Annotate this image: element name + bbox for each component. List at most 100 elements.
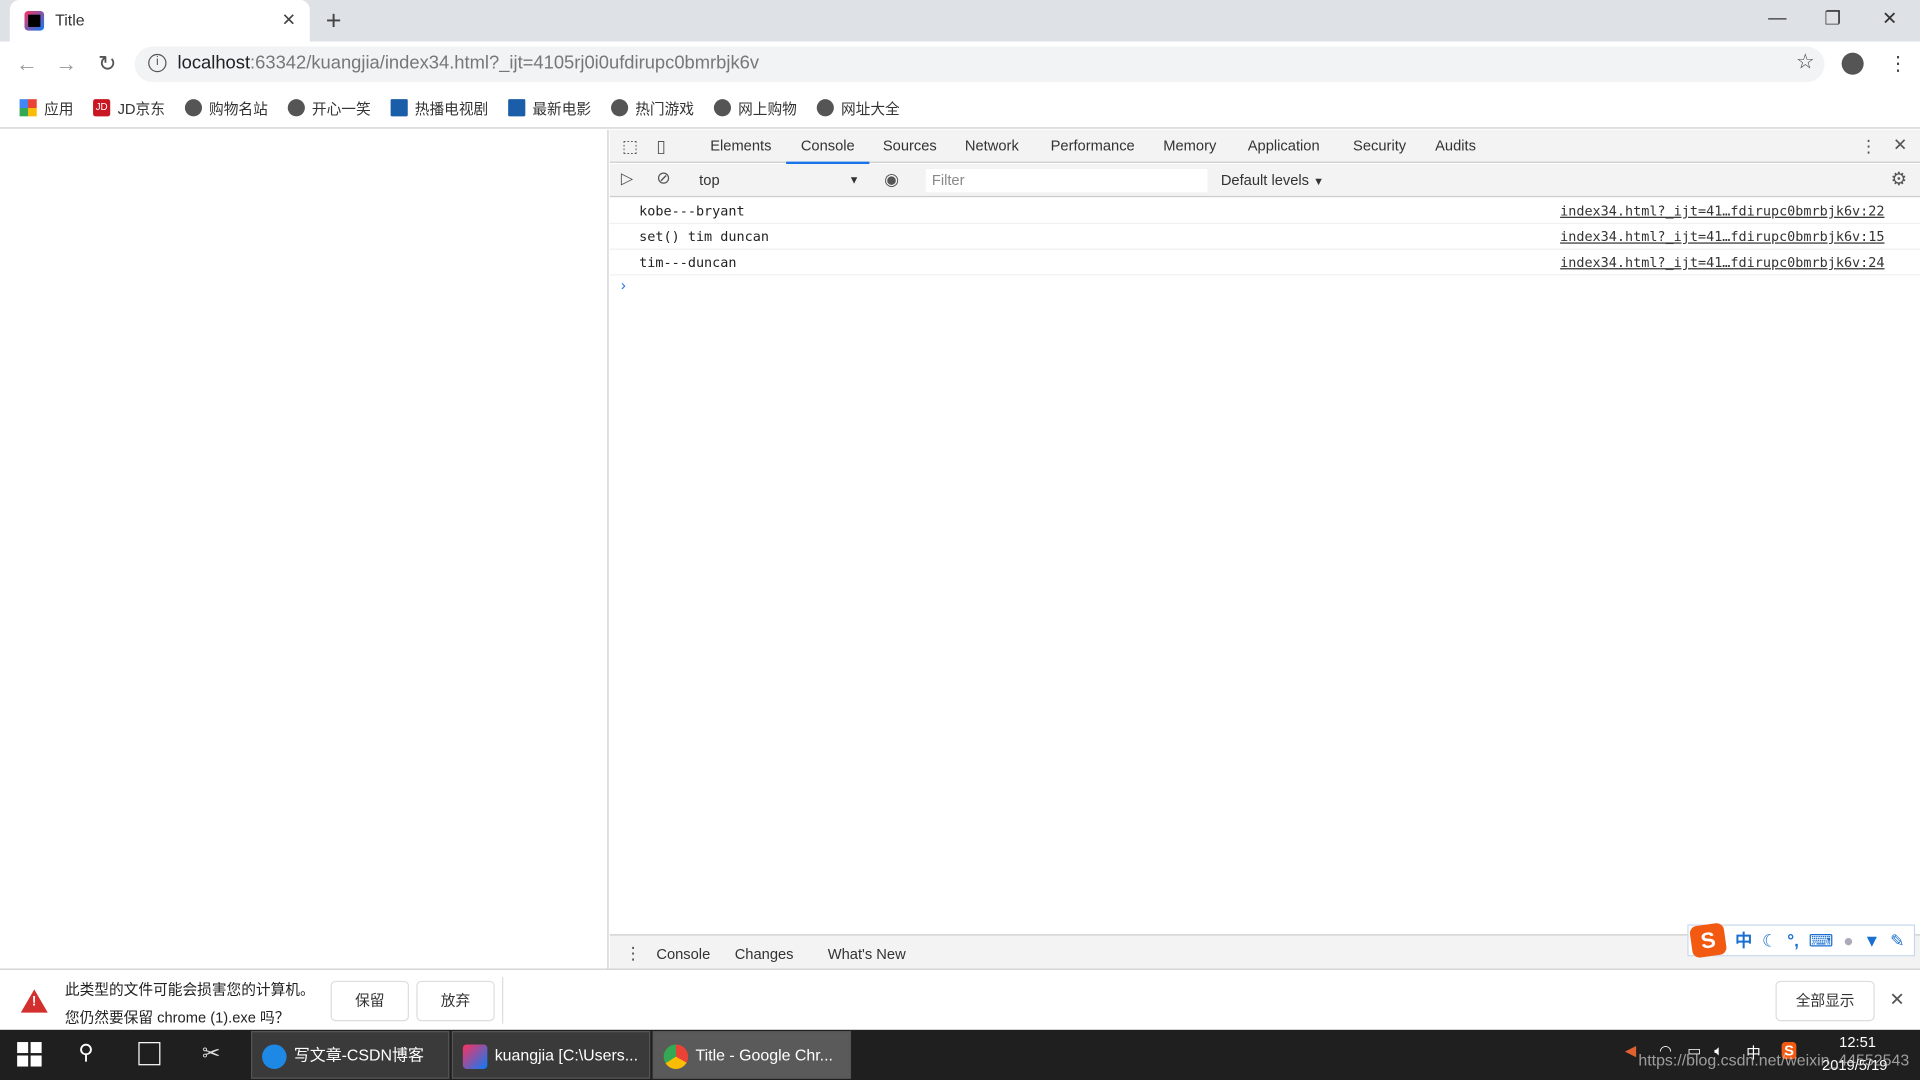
tab-performance[interactable]: Performance [1051, 137, 1135, 154]
context-select[interactable]: top ▼ [691, 169, 865, 191]
profile-icon[interactable] [1841, 52, 1864, 75]
source-link[interactable]: index34.html?_ijt=41…fdirupc0bmrbjk6v:15 [1560, 229, 1884, 245]
keyboard-icon[interactable]: ⌨ [1809, 930, 1834, 951]
moon-icon[interactable]: ☾ [1762, 930, 1777, 951]
tab-memory[interactable]: Memory [1163, 137, 1216, 154]
inspect-icon[interactable]: ⬚ [622, 136, 638, 157]
globe-icon [287, 99, 305, 117]
tab-audits[interactable]: Audits [1435, 137, 1476, 154]
sidebar-toggle-icon[interactable]: ▷ [621, 169, 633, 189]
taskbar-item-intellij[interactable]: kuangjia [C:\Users... [451, 1031, 651, 1079]
tab-application[interactable]: Application [1248, 137, 1320, 154]
source-link[interactable]: index34.html?_ijt=41…fdirupc0bmrbjk6v:24 [1560, 255, 1884, 271]
sogou-logo-icon: S [1688, 922, 1728, 959]
tab-sources[interactable]: Sources [883, 137, 937, 154]
bookmark-star-icon[interactable]: ☆ [1796, 50, 1815, 74]
chevron-down-icon: ▼ [848, 173, 860, 187]
devtools-panel: ⬚ ▯ Elements Console Sources Network Per… [609, 129, 1920, 973]
eye-icon[interactable]: ◉ [884, 169, 899, 190]
taskbar-item-chrome[interactable]: Title - Google Chr... [652, 1031, 852, 1079]
bookmark-label: 网上购物 [738, 99, 797, 117]
bookmark-label: 热播电视剧 [414, 99, 489, 117]
url-path: :63342/kuangjia/index34.html?_ijt=4105rj… [250, 52, 760, 74]
minimize-icon[interactable]: — [1768, 7, 1786, 28]
bookmarks-bar: 应用 JD JD京东 购物名站 开心一笑 热播电视剧 最新电影 热门游戏 网上购物… [0, 88, 1920, 129]
close-download-bar-icon[interactable]: ✕ [1889, 988, 1904, 1010]
download-bar: ! 此类型的文件可能会损害您的计算机。 您仍然要保留 chrome (1).ex… [0, 968, 1920, 1030]
info-icon[interactable]: i [148, 53, 167, 73]
skin-icon[interactable]: ▼ [1863, 931, 1880, 951]
close-window-icon[interactable]: ✕ [1882, 7, 1897, 30]
bookmark-label: 最新电影 [532, 99, 592, 117]
speaker-muted-icon[interactable]: ◀ [1625, 1042, 1636, 1059]
levels-dropdown[interactable]: Default levels ▼ [1221, 171, 1324, 188]
bookmark-funny[interactable]: 开心一笑 [287, 97, 371, 118]
address-bar[interactable]: i localhost:63342/kuangjia/index34.html?… [134, 46, 1825, 83]
globe-icon [816, 99, 834, 117]
windows-start-icon[interactable] [17, 1042, 42, 1067]
ime-mode[interactable]: 中 [1735, 928, 1752, 952]
taskbar-item-label: 写文章-CSDN博客 [293, 1045, 424, 1065]
close-tab-icon[interactable]: ✕ [282, 10, 296, 31]
bookmark-movies[interactable]: 最新电影 [507, 97, 592, 118]
bookmark-directory[interactable]: 网址大全 [816, 97, 900, 118]
browser-tab[interactable]: Title ✕ [9, 0, 310, 42]
bookmark-jd[interactable]: JD JD京东 [93, 97, 165, 118]
tab-network[interactable]: Network [965, 137, 1019, 154]
tab-elements[interactable]: Elements [710, 137, 771, 154]
console-message: kobe---bryant index34.html?_ijt=41…fdirup… [609, 198, 1920, 225]
search-icon[interactable]: ⚲ [78, 1041, 93, 1065]
console-toolbar: ▷ ⊘ top ▼ ◉ Filter Default levels ▼ ⚙ [609, 164, 1920, 198]
bookmark-label: 热门游戏 [635, 99, 694, 117]
taskbar-item-label: kuangjia [C:\Users... [494, 1045, 639, 1065]
forward-icon[interactable]: → [55, 51, 77, 77]
bookmark-games[interactable]: 热门游戏 [610, 97, 694, 118]
device-toolbar-icon[interactable]: ▯ [656, 136, 665, 157]
message-text: kobe---bryant [639, 203, 745, 220]
drawer-menu-icon[interactable]: ⋮ [624, 943, 641, 964]
tab-title: Title [55, 11, 85, 30]
csdn-browser-icon [262, 1044, 287, 1069]
chrome-icon [663, 1044, 689, 1069]
task-view-icon[interactable] [138, 1042, 161, 1066]
drawer-tab-whats-new[interactable]: What's New [828, 945, 906, 962]
video-icon [507, 99, 525, 117]
close-devtools-icon[interactable]: ✕ [1893, 135, 1907, 156]
filter-input[interactable]: Filter [925, 168, 1208, 193]
bookmark-online-shopping[interactable]: 网上购物 [713, 97, 797, 118]
menu-icon[interactable]: ⋮ [1888, 51, 1908, 75]
taskbar-item-label: Title - Google Chr... [695, 1045, 833, 1065]
sogou-ime-toolbar[interactable]: S 中 ☾ °, ⌨ ● ▼ ✎ [1687, 922, 1916, 959]
gear-icon[interactable]: ⚙ [1891, 168, 1907, 190]
intellij-icon [462, 1044, 488, 1069]
context-value: top [699, 171, 720, 189]
bookmark-apps[interactable]: 应用 [19, 97, 74, 118]
taskbar-item-csdn[interactable]: 写文章-CSDN博客 [251, 1031, 450, 1079]
keep-button[interactable]: 保留 [330, 980, 409, 1022]
console-prompt[interactable]: › [621, 277, 626, 294]
drawer-tab-console[interactable]: Console [641, 945, 725, 973]
tab-security[interactable]: Security [1353, 137, 1406, 154]
source-link[interactable]: index34.html?_ijt=41…fdirupc0bmrbjk6v:22 [1560, 203, 1884, 219]
tab-console[interactable]: Console [786, 137, 870, 165]
clear-console-icon[interactable]: ⊘ [656, 168, 670, 189]
reload-icon[interactable]: ↻ [98, 51, 116, 77]
user-icon[interactable]: ● [1843, 931, 1853, 951]
filter-placeholder: Filter [931, 171, 965, 189]
page-content [0, 129, 609, 969]
bookmark-tv[interactable]: 热播电视剧 [390, 97, 488, 118]
new-tab-button[interactable]: + [326, 5, 342, 37]
bookmark-label: 应用 [44, 99, 74, 117]
clock-time[interactable]: 12:51 [1839, 1033, 1876, 1050]
show-all-button[interactable]: 全部显示 [1775, 980, 1875, 1022]
download-question-text: 您仍然要保留 chrome (1).exe 吗？ [64, 1008, 290, 1027]
snipping-tool-icon[interactable]: ✂ [202, 1041, 220, 1067]
restore-icon[interactable]: ❐ [1824, 7, 1840, 30]
bookmark-shopping-sites[interactable]: 购物名站 [184, 97, 268, 118]
devtools-menu-icon[interactable]: ⋮ [1860, 136, 1877, 157]
back-icon[interactable]: ← [16, 51, 38, 77]
discard-button[interactable]: 放弃 [416, 980, 495, 1022]
wrench-icon[interactable]: ✎ [1890, 930, 1904, 951]
punctuation-icon[interactable]: °, [1787, 931, 1799, 951]
drawer-tab-changes[interactable]: Changes [735, 945, 794, 962]
